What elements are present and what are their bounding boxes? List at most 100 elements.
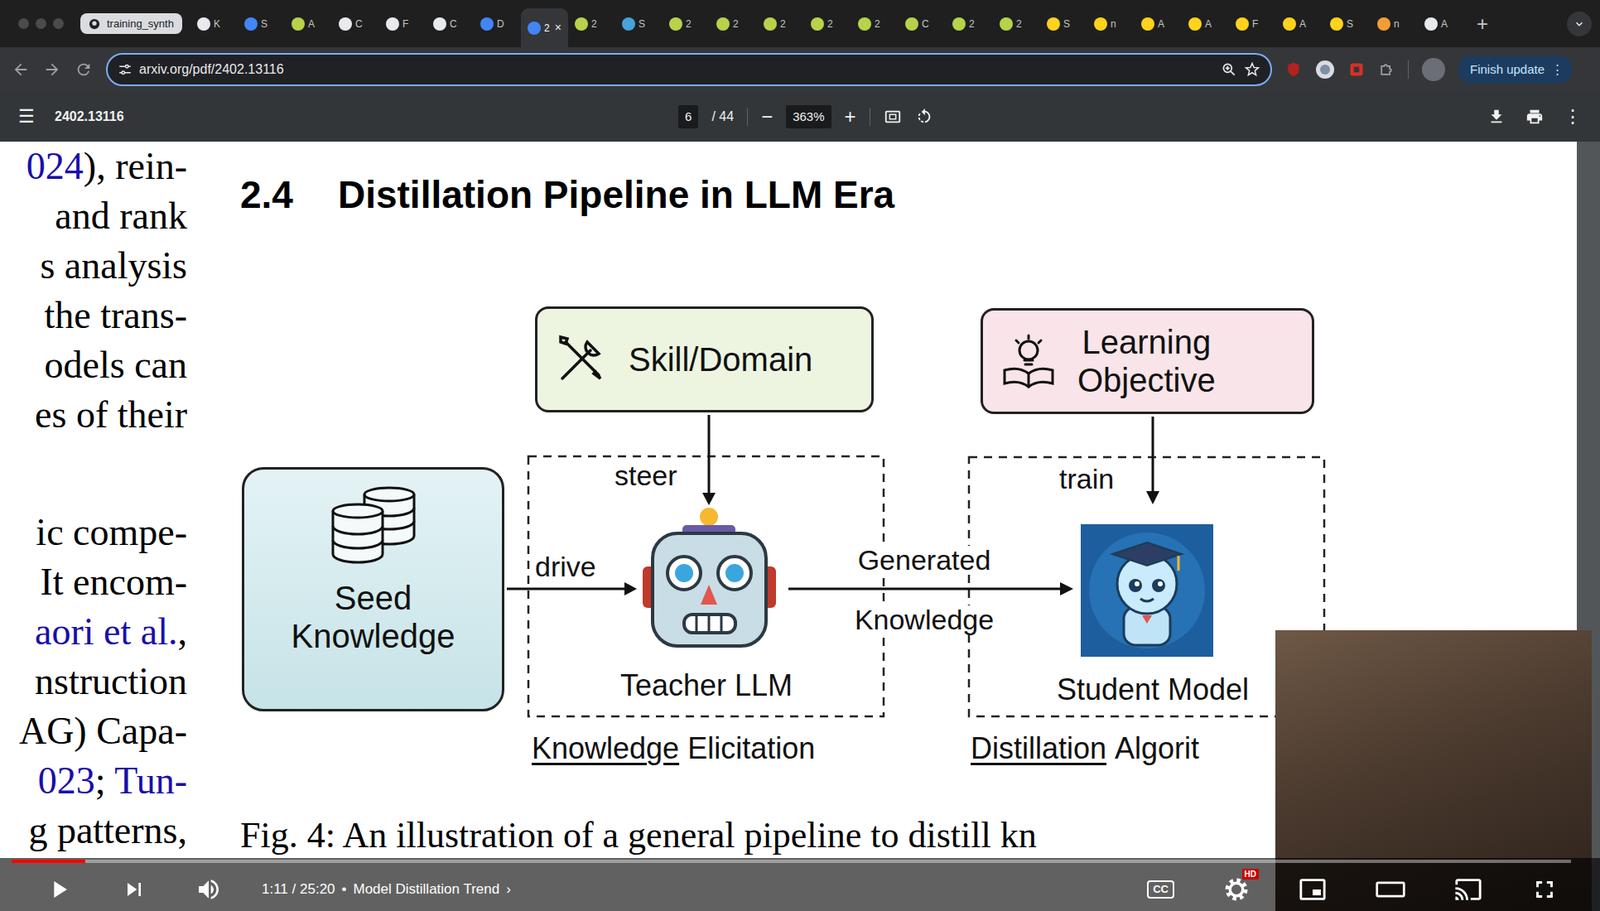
back-icon[interactable] — [11, 60, 30, 79]
browser-tab[interactable]: 2 — [662, 7, 710, 41]
learning-objective-node: LearningObjective — [980, 308, 1315, 415]
document-title: 2402.13116 — [54, 106, 125, 127]
more-button[interactable]: ⋮ — [1563, 107, 1582, 126]
text-line: the trans- — [0, 290, 188, 341]
progress-track[interactable] — [11, 859, 1572, 863]
rotate-icon[interactable] — [915, 107, 934, 126]
profile-avatar[interactable] — [1421, 57, 1446, 82]
label-line: Learning — [1077, 322, 1216, 362]
settings-gear-icon[interactable]: HD — [1222, 875, 1251, 904]
favicon-icon — [1093, 17, 1108, 31]
browser-tab[interactable]: C — [426, 7, 474, 41]
tab-label: C — [355, 16, 363, 32]
browser-tab[interactable]: D — [473, 7, 521, 41]
browser-tab[interactable]: 2 — [945, 7, 993, 41]
update-menu[interactable]: ⋮ — [1551, 60, 1564, 80]
citation-link[interactable]: 024 — [26, 144, 84, 188]
chapter-title[interactable]: Model Distillation Trend — [353, 878, 501, 901]
toolbar-divider — [1407, 60, 1409, 79]
new-tab-button[interactable]: + — [1476, 9, 1489, 39]
address-bar[interactable]: arxiv.org/pdf/2402.13116 — [106, 53, 1273, 87]
window-button[interactable] — [18, 18, 29, 29]
window-button[interactable] — [53, 18, 64, 29]
finish-update-button[interactable]: Finish update⋮ — [1458, 55, 1572, 85]
sidebar-toggle[interactable]: ☰ — [18, 107, 35, 126]
browser-tab[interactable]: A — [1181, 7, 1229, 41]
extension-red-icon[interactable] — [1348, 61, 1365, 78]
next-icon[interactable] — [120, 876, 148, 903]
puzzle-icon[interactable] — [1378, 61, 1395, 78]
zoom-icon[interactable] — [1220, 61, 1238, 78]
volume-icon[interactable] — [195, 876, 222, 903]
print-icon[interactable] — [1525, 107, 1544, 126]
browser-tab[interactable]: A — [1134, 7, 1182, 41]
text-block: ic compe-It encom-aori et al.,nstruction… — [0, 507, 188, 856]
theater-icon[interactable] — [1374, 875, 1407, 904]
citation-link[interactable]: Tun- — [114, 759, 188, 802]
tab-label: 2 — [544, 20, 550, 36]
ublock-icon[interactable] — [1285, 61, 1302, 78]
browser-tab[interactable]: A — [1276, 7, 1324, 41]
favicon-icon — [1377, 17, 1391, 31]
extension-avatar-icon[interactable] — [1315, 59, 1335, 80]
favicon-icon — [574, 17, 588, 31]
favicon-icon — [338, 17, 352, 31]
browser-tab[interactable]: 2× — [520, 8, 569, 48]
tab-group[interactable]: training_synth — [80, 13, 183, 35]
favicon-icon — [763, 17, 777, 31]
browser-tab[interactable]: A — [1417, 7, 1466, 41]
browser-tab[interactable]: S — [237, 7, 285, 41]
download-icon[interactable] — [1487, 107, 1506, 126]
player-controls: 1:11 / 25:20•Model Distillation Trend›CC… — [0, 867, 1600, 911]
url-text[interactable]: arxiv.org/pdf/2402.13116 — [139, 59, 285, 80]
browser-tab[interactable]: 2 — [568, 7, 616, 41]
favicon-icon — [527, 21, 541, 35]
citation-link[interactable]: aori et al. — [34, 610, 178, 653]
skill-domain-node: Skill/Domain — [534, 306, 874, 413]
browser-tab[interactable]: A — [284, 7, 333, 41]
fullscreen-icon[interactable] — [1530, 875, 1559, 904]
browser-tab[interactable]: S — [1040, 7, 1088, 41]
page-field[interactable]: 6 — [678, 105, 699, 130]
cast-icon[interactable] — [1454, 875, 1483, 904]
browser-tab[interactable]: S — [1323, 7, 1371, 41]
site-info-icon[interactable] — [117, 62, 133, 78]
section-number: 2.4 — [240, 173, 294, 217]
browser-tab[interactable]: 2 — [851, 7, 899, 41]
tab-search-icon[interactable] — [1566, 11, 1592, 37]
zoom-out-button[interactable]: − — [761, 106, 773, 127]
fit-page-icon[interactable] — [883, 107, 902, 126]
browser-tab[interactable]: 2 — [756, 7, 805, 41]
teacher-llm-label: Teacher LLM — [620, 670, 793, 701]
browser-tab[interactable]: n — [1087, 7, 1135, 41]
play-icon[interactable] — [44, 875, 73, 904]
browser-tab[interactable]: C — [332, 7, 380, 41]
tab-label: 2 — [732, 16, 739, 32]
chapter-arrow[interactable]: › — [506, 878, 511, 901]
citation-link[interactable]: 023 — [38, 759, 96, 802]
forward-icon[interactable] — [43, 60, 62, 79]
captions-button[interactable]: CC — [1146, 880, 1175, 899]
close-tab-button[interactable]: × — [554, 19, 562, 37]
browser-tab[interactable]: C — [898, 7, 946, 41]
toolbar-divider — [746, 107, 748, 126]
browser-tab[interactable]: 2 — [992, 7, 1041, 41]
favicon-icon — [244, 17, 258, 31]
miniplayer-icon[interactable] — [1298, 875, 1327, 904]
browser-tab[interactable]: F — [1228, 7, 1277, 41]
zoom-in-button[interactable]: + — [844, 106, 857, 127]
browser-tab[interactable]: 2 — [709, 7, 757, 41]
browser-tab[interactable]: 2 — [804, 7, 852, 41]
browser-tab[interactable]: n — [1370, 7, 1418, 41]
zoom-field[interactable]: 363% — [785, 105, 831, 130]
text-line: 024), rein- — [0, 141, 188, 192]
tab-label: A — [1440, 16, 1448, 32]
reload-icon[interactable] — [74, 60, 93, 79]
browser-tab[interactable]: S — [615, 7, 663, 41]
window-button[interactable] — [35, 18, 47, 29]
favicon-icon — [621, 17, 636, 31]
favicon-icon — [810, 17, 825, 31]
bookmark-star-icon[interactable] — [1243, 61, 1261, 78]
browser-tab[interactable]: F — [379, 7, 427, 41]
browser-tab[interactable]: K — [190, 7, 238, 41]
